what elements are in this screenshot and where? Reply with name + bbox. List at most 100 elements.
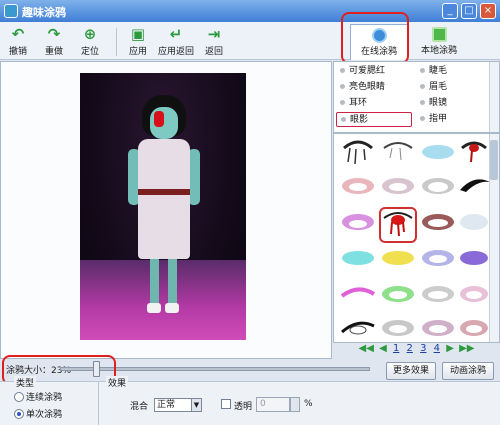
sticker: [460, 179, 490, 192]
continuous-label: 连续涂鸦: [26, 393, 63, 403]
sticker: [342, 214, 374, 230]
sticker: [422, 320, 454, 336]
sticker: [460, 214, 488, 230]
sticker: [422, 250, 454, 266]
category-scrollbar[interactable]: [489, 62, 499, 132]
transparent-input[interactable]: 0: [256, 397, 290, 412]
page-link-2[interactable]: 2: [407, 343, 413, 354]
category-item[interactable]: 睫毛: [416, 64, 492, 79]
photo-shoe: [165, 303, 179, 313]
tab-local-doodle[interactable]: 本地涂鸦: [410, 24, 468, 60]
category-item[interactable]: 指甲: [416, 112, 492, 127]
category-item[interactable]: 眼镜: [416, 96, 492, 111]
category-item[interactable]: 眉毛: [416, 80, 492, 95]
transparent-label: 透明: [234, 402, 253, 412]
app-icon: [4, 4, 18, 18]
mix-label: 混合: [130, 402, 149, 412]
mix-select[interactable]: 正常 ▼: [154, 398, 202, 412]
photo-ground: [80, 260, 246, 340]
category-item[interactable]: 亮色眼睛: [336, 80, 412, 95]
annotation-highlight-online-tab: [341, 12, 409, 64]
bullet-icon: [420, 68, 425, 73]
photo-belt: [138, 189, 190, 195]
back-icon: ⇥: [207, 25, 221, 43]
sticker-grid: [333, 133, 500, 343]
title-bar: 趣味涂鸦 _ □ ×: [0, 0, 500, 22]
apply-icon: ▣: [130, 25, 146, 43]
scrollbar-thumb[interactable]: [490, 140, 498, 180]
page-link-1[interactable]: 1: [393, 343, 399, 354]
category-list: 可爱腮红 睫毛 亮色眼睛 眉毛 耳环 眼镜 眼影 指甲: [333, 61, 500, 133]
photo-leg: [150, 259, 159, 305]
sticker: [382, 320, 414, 336]
minimize-button[interactable]: _: [442, 3, 458, 19]
sticker: [382, 286, 414, 302]
back-button[interactable]: ⇥ 返回: [200, 22, 228, 60]
bullet-icon: [420, 116, 425, 121]
sticker: [422, 214, 454, 230]
photo-leg: [168, 259, 177, 305]
sticker: [460, 286, 488, 302]
radio-icon: [14, 392, 24, 402]
redo-icon: ↷: [47, 25, 61, 43]
sticker: [382, 178, 414, 194]
bullet-icon: [340, 100, 345, 105]
photo-shoe: [147, 303, 161, 313]
maximize-button[interactable]: □: [461, 3, 477, 19]
redo-button[interactable]: ↷ 重做: [40, 22, 68, 60]
locate-icon: ⊕: [83, 25, 97, 43]
page-link-4[interactable]: 4: [434, 343, 440, 354]
sticker: [460, 251, 488, 265]
radio-selected-icon: [14, 409, 24, 419]
photo-dress: [138, 139, 190, 259]
bullet-icon: [340, 84, 345, 89]
next-page-button[interactable]: ▶: [446, 343, 454, 354]
close-button[interactable]: ×: [480, 3, 496, 19]
single-label: 单次涂鸦: [26, 410, 63, 420]
sticker: [383, 142, 413, 161]
effect-legend: 效果: [106, 376, 129, 389]
sticker: [343, 140, 373, 165]
sticker: [382, 251, 414, 265]
apply-button[interactable]: ▣ 应用: [124, 22, 152, 60]
locate-button[interactable]: ⊕ 定位: [76, 22, 104, 60]
undo-button[interactable]: ↶ 撤销: [4, 22, 32, 60]
category-item-selected[interactable]: 眼影: [336, 112, 412, 127]
apply-back-button[interactable]: ↵ 应用返回: [156, 22, 196, 60]
prev-page-button[interactable]: ◀: [379, 343, 387, 354]
transparent-checkbox[interactable]: [221, 399, 231, 409]
animated-doodle-button[interactable]: 动画涂鸦: [442, 362, 494, 380]
undo-icon: ↶: [11, 25, 25, 43]
pager: ◀◀ ◀ 1 2 3 4 ▶ ▶▶: [333, 343, 500, 359]
photo[interactable]: [80, 73, 246, 340]
sticker: [340, 287, 376, 298]
continuous-radio[interactable]: [14, 392, 25, 403]
photo-doodle-mark: [154, 111, 164, 127]
category-item[interactable]: 耳环: [336, 96, 412, 111]
single-radio[interactable]: [14, 409, 25, 420]
spinner-icon[interactable]: [290, 397, 300, 412]
bullet-icon: [341, 117, 346, 122]
sticker: [461, 141, 487, 163]
sticker: [422, 145, 454, 159]
more-effects-button[interactable]: 更多效果: [386, 362, 436, 380]
sticker: [460, 320, 488, 336]
bullet-icon: [340, 68, 345, 73]
chevron-down-icon: ▼: [191, 399, 201, 411]
bullet-icon: [420, 84, 425, 89]
first-page-button[interactable]: ◀◀: [359, 343, 374, 354]
last-page-button[interactable]: ▶▶: [459, 343, 474, 354]
sticker: [342, 178, 374, 194]
page-link-3[interactable]: 3: [420, 343, 426, 354]
sticker: [422, 286, 454, 302]
sticker: [422, 178, 454, 194]
group-divider: [98, 381, 99, 425]
canvas-area[interactable]: [0, 61, 332, 359]
apply-back-icon: ↵: [169, 25, 183, 43]
folder-icon: [431, 27, 447, 42]
sticker: [342, 251, 374, 265]
category-item[interactable]: 可爱腮红: [336, 64, 412, 79]
type-legend: 类型: [14, 376, 37, 389]
bullet-icon: [420, 100, 425, 105]
sticker-selected[interactable]: [379, 207, 417, 243]
